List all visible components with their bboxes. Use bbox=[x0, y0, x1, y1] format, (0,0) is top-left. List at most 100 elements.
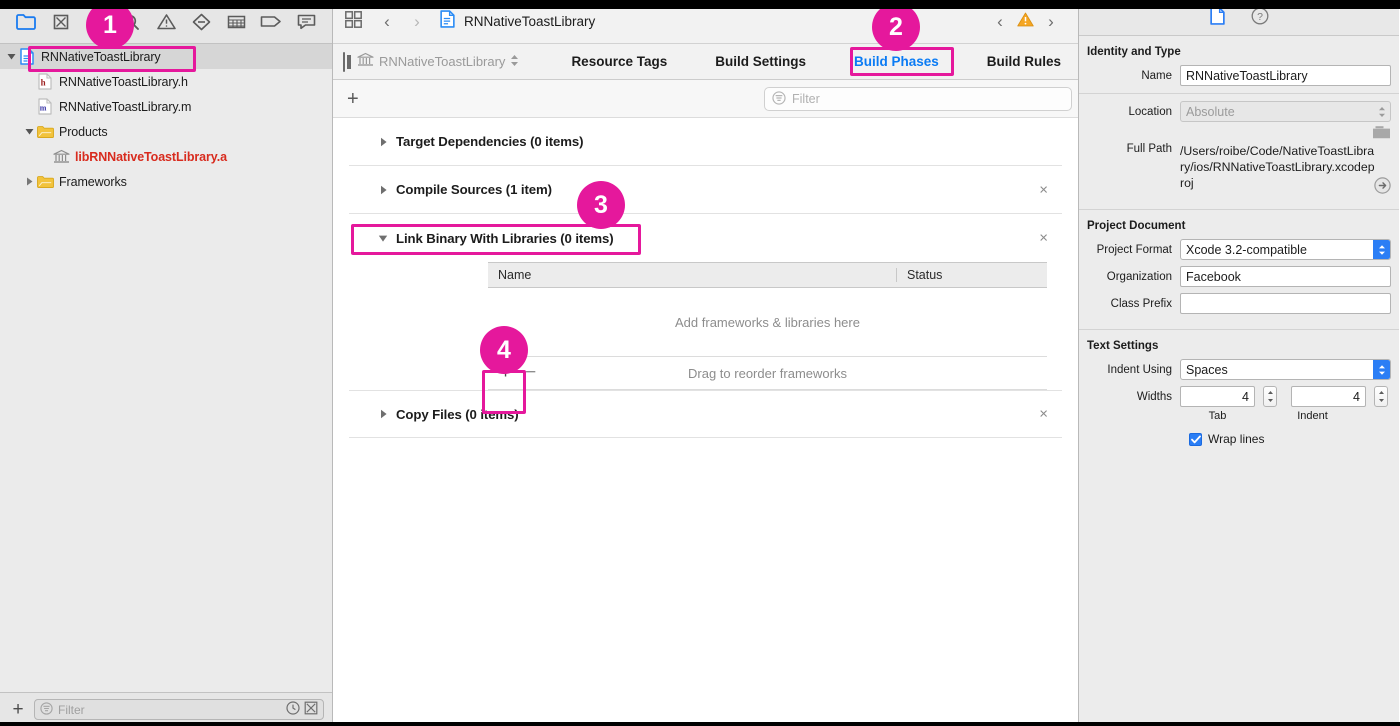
breakpoint-navigator-icon[interactable] bbox=[255, 8, 287, 36]
project-format-row: Project Format Xcode 3.2-compatible bbox=[1079, 236, 1399, 263]
name-field[interactable]: RNNativeToastLibrary bbox=[1180, 65, 1391, 86]
test-navigator-icon[interactable] bbox=[185, 8, 217, 36]
add-file-button[interactable]: + bbox=[8, 700, 28, 719]
phase-compile-sources[interactable]: Compile Sources (1 item) × bbox=[349, 166, 1062, 214]
disclosure-triangle-closed-icon[interactable] bbox=[375, 137, 391, 147]
target-list-toggle-icon[interactable] bbox=[343, 51, 351, 72]
issue-navigator-icon[interactable] bbox=[150, 8, 182, 36]
phase-title: Copy Files (0 items) bbox=[396, 406, 519, 422]
navigate-back-button[interactable]: ‹ bbox=[376, 12, 398, 32]
source-control-filter-icon[interactable] bbox=[304, 701, 318, 718]
tree-item-impl-file[interactable]: m RNNativeToastLibrary.m bbox=[0, 94, 332, 119]
tree-item-label: RNNativeToastLibrary.h bbox=[59, 74, 188, 89]
indent-width-field[interactable]: 4 bbox=[1291, 386, 1366, 407]
tab-resource-tags[interactable]: Resource Tags bbox=[561, 51, 677, 72]
screenshot-bottom-border bbox=[0, 722, 1400, 726]
organization-field[interactable]: Facebook bbox=[1180, 266, 1391, 287]
remove-phase-button[interactable]: × bbox=[1039, 230, 1048, 247]
source-control-navigator-icon[interactable] bbox=[45, 8, 77, 36]
warning-triangle-icon[interactable] bbox=[1017, 12, 1034, 32]
indent-using-value: Spaces bbox=[1186, 362, 1228, 377]
column-header-name[interactable]: Name bbox=[488, 268, 897, 282]
remove-phase-button[interactable]: × bbox=[1039, 406, 1048, 423]
tree-item-static-library[interactable]: libRNNativeToastLibrary.a bbox=[0, 144, 332, 169]
next-issue-button[interactable]: › bbox=[1040, 12, 1062, 32]
link-binary-table-header: Name Status bbox=[488, 262, 1047, 288]
navigate-forward-button[interactable]: › bbox=[406, 12, 428, 32]
project-format-label: Project Format bbox=[1096, 243, 1172, 256]
disclosure-triangle-open-icon[interactable] bbox=[22, 119, 36, 144]
find-navigator-icon[interactable] bbox=[115, 8, 147, 36]
tree-item-header-file[interactable]: h RNNativeToastLibrary.h bbox=[0, 69, 332, 94]
debug-navigator-icon[interactable] bbox=[220, 8, 252, 36]
chevron-updown-icon bbox=[1373, 360, 1390, 379]
choose-folder-icon[interactable] bbox=[1372, 125, 1391, 141]
tab-build-phases[interactable]: Build Phases bbox=[844, 51, 949, 72]
svg-text:S: S bbox=[89, 15, 98, 30]
report-navigator-icon[interactable] bbox=[290, 8, 322, 36]
project-navigator-tree[interactable]: RNNativeToastLibrary h RNNativeToastLibr… bbox=[0, 44, 332, 692]
phase-link-binary-with-libraries[interactable]: Link Binary With Libraries (0 items) × bbox=[349, 214, 1062, 262]
add-build-phase-button[interactable]: + bbox=[347, 89, 359, 109]
divider bbox=[1079, 93, 1399, 94]
tree-item-project[interactable]: RNNativeToastLibrary bbox=[0, 44, 332, 69]
indent-width-stepper[interactable] bbox=[1374, 386, 1388, 407]
build-phases-filter-field[interactable]: Filter bbox=[764, 87, 1072, 111]
location-popup[interactable]: Absolute bbox=[1180, 101, 1391, 122]
symbol-navigator-icon[interactable]: S bbox=[80, 8, 112, 36]
phase-copy-files[interactable]: Copy Files (0 items) × bbox=[349, 390, 1062, 438]
phase-target-dependencies[interactable]: Target Dependencies (0 items) bbox=[349, 118, 1062, 166]
quick-help-icon[interactable]: ? bbox=[1251, 7, 1269, 28]
target-name-label: RNNativeToastLibrary bbox=[379, 54, 506, 69]
class-prefix-row: Class Prefix bbox=[1079, 290, 1399, 317]
disclosure-triangle-closed-icon[interactable] bbox=[22, 169, 36, 194]
add-framework-button[interactable]: + bbox=[500, 362, 511, 384]
tree-item-label: Products bbox=[59, 124, 108, 139]
column-header-status[interactable]: Status bbox=[897, 268, 942, 282]
folder-icon bbox=[36, 123, 54, 141]
build-phases-filter-placeholder: Filter bbox=[792, 92, 820, 106]
wrap-lines-checkbox[interactable] bbox=[1189, 432, 1202, 446]
navigator-filter-field[interactable]: Filter bbox=[34, 699, 324, 720]
tree-item-products-group[interactable]: Products bbox=[0, 119, 332, 144]
indent-using-popup[interactable]: Spaces bbox=[1180, 359, 1391, 380]
link-binary-empty-message: Add frameworks & libraries here bbox=[675, 314, 860, 330]
phase-title: Target Dependencies (0 items) bbox=[396, 134, 584, 149]
objc-file-icon: m bbox=[36, 98, 54, 116]
location-row: Location Absolute bbox=[1079, 98, 1399, 125]
clock-icon[interactable] bbox=[286, 701, 300, 718]
organization-row: Organization Facebook bbox=[1079, 263, 1399, 290]
project-navigator-icon[interactable] bbox=[10, 8, 42, 36]
class-prefix-field[interactable] bbox=[1180, 293, 1391, 314]
disclosure-triangle-closed-icon[interactable] bbox=[375, 185, 391, 195]
text-settings-section-title: Text Settings bbox=[1087, 340, 1159, 352]
project-format-popup[interactable]: Xcode 3.2-compatible bbox=[1180, 239, 1391, 260]
navigator-pane: S RNNativeToastLibrary h RNNativeToastLi… bbox=[0, 0, 333, 726]
disclosure-triangle-open-icon[interactable] bbox=[4, 44, 18, 69]
project-format-value: Xcode 3.2-compatible bbox=[1186, 242, 1307, 257]
chevron-updown-icon[interactable] bbox=[510, 54, 519, 70]
screenshot-top-border bbox=[0, 0, 1400, 9]
jump-bar-title[interactable]: RNNativeToastLibrary bbox=[464, 14, 595, 29]
phase-title: Link Binary With Libraries (0 items) bbox=[396, 230, 614, 246]
tab-build-rules[interactable]: Build Rules bbox=[977, 51, 1071, 72]
choose-folder-row bbox=[1079, 125, 1399, 141]
library-icon bbox=[357, 52, 374, 71]
tab-width-stepper[interactable] bbox=[1263, 386, 1277, 407]
tree-item-label: libRNNativeToastLibrary.a bbox=[75, 149, 227, 164]
tree-item-frameworks-group[interactable]: Frameworks bbox=[0, 169, 332, 194]
file-inspector-icon[interactable] bbox=[1209, 7, 1225, 28]
tab-width-field[interactable]: 4 bbox=[1180, 386, 1255, 407]
wrap-lines-label: Wrap lines bbox=[1208, 432, 1265, 446]
xcode-project-icon bbox=[440, 10, 455, 33]
disclosure-triangle-closed-icon[interactable] bbox=[375, 409, 391, 419]
previous-issue-button[interactable]: ‹ bbox=[989, 12, 1011, 32]
widths-label: Widths bbox=[1136, 390, 1172, 403]
tab-build-settings[interactable]: Build Settings bbox=[705, 51, 816, 72]
disclosure-triangle-open-icon[interactable] bbox=[375, 234, 391, 243]
link-binary-footer: + − Drag to reorder frameworks bbox=[488, 356, 1047, 390]
remove-phase-button[interactable]: × bbox=[1039, 181, 1048, 198]
remove-framework-button[interactable]: − bbox=[525, 362, 536, 384]
related-items-icon[interactable] bbox=[345, 10, 362, 33]
target-selector[interactable]: RNNativeToastLibrary bbox=[357, 52, 519, 71]
